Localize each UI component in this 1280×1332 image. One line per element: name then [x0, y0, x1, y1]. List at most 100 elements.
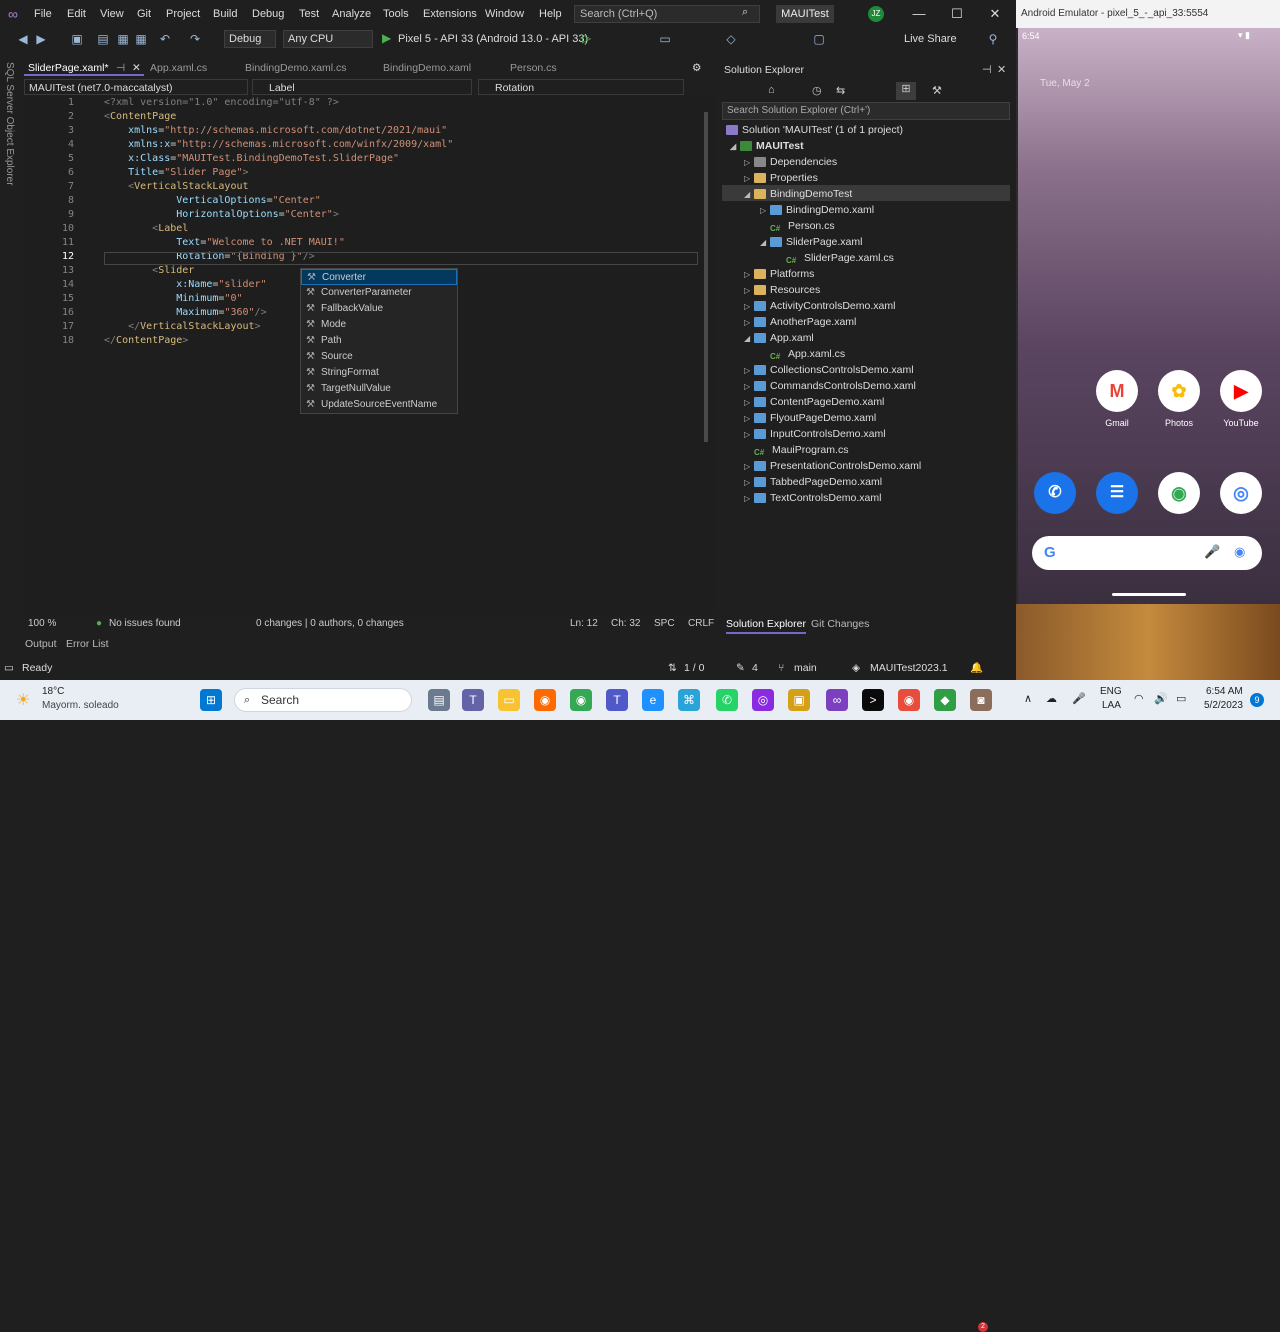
postman-icon[interactable]: ◉: [534, 689, 556, 711]
pin-icon[interactable]: ⊣: [982, 63, 992, 76]
spc-indicator[interactable]: SPC: [654, 616, 675, 632]
weather-icon[interactable]: ☀: [16, 690, 30, 710]
tree-item-sliderpage-xaml-cs[interactable]: C# SliderPage.xaml.cs: [786, 250, 894, 266]
minimize-icon[interactable]: —: [900, 0, 938, 28]
notification-badge[interactable]: 9: [1250, 693, 1264, 707]
menu-view[interactable]: View: [100, 0, 124, 28]
undo-icon[interactable]: ↶: [158, 32, 172, 46]
collapse-icon[interactable]: ▷: [744, 395, 754, 411]
tree-item-textcontrolsdemo[interactable]: ▷ TextControlsDemo.xaml: [744, 490, 881, 506]
photos-icon[interactable]: ✿: [1158, 370, 1200, 412]
region-indicator[interactable]: LAA: [1102, 700, 1121, 711]
menu-tools[interactable]: Tools: [383, 0, 409, 28]
layout-icon[interactable]: ▭: [658, 32, 672, 46]
menu-window[interactable]: Window: [485, 0, 524, 28]
changes-indicator[interactable]: 0 changes | 0 authors, 0 changes: [256, 616, 404, 632]
teams-icon[interactable]: T: [462, 689, 484, 711]
android-studio-icon[interactable]: ◆: [934, 689, 956, 711]
sync-icon[interactable]: ⇆: [836, 84, 845, 97]
scrollbar-thumb[interactable]: [704, 112, 708, 442]
tree-item-platforms[interactable]: ▷ Platforms: [744, 266, 814, 282]
collapse-icon[interactable]: ▷: [744, 171, 754, 187]
visual-studio-icon[interactable]: ∞: [826, 689, 848, 711]
vscode-icon[interactable]: ⌘: [678, 689, 700, 711]
collapse-icon[interactable]: ▷: [744, 315, 754, 331]
start-without-debugging-icon[interactable]: ▷: [582, 31, 591, 45]
intellisense-item[interactable]: ⚒ Path: [301, 333, 457, 349]
chevron-up-icon[interactable]: ∧: [1024, 692, 1032, 705]
run-target-button[interactable]: Pixel 5 - API 33 (Android 13.0 - API 33): [398, 29, 588, 49]
menu-debug[interactable]: Debug: [252, 0, 284, 28]
show-all-files-icon[interactable]: ⊞: [896, 82, 916, 100]
camera-app-icon[interactable]: ◙: [970, 689, 992, 711]
windows-start-icon[interactable]: ⊞: [200, 689, 222, 711]
notification-icon[interactable]: 🔔: [970, 656, 983, 680]
tab-solution-explorer[interactable]: Solution Explorer: [726, 616, 806, 634]
chrome-icon[interactable]: ◉: [570, 689, 592, 711]
history-icon[interactable]: ◷: [812, 84, 822, 97]
tab-git-changes[interactable]: Git Changes: [811, 616, 869, 632]
menu-build[interactable]: Build: [213, 0, 237, 28]
output-window-icon[interactable]: ▭: [4, 656, 14, 680]
mic-icon[interactable]: 🎤: [1072, 692, 1086, 705]
intellisense-item[interactable]: ⚒ Converter: [301, 269, 457, 285]
avatar[interactable]: JZ: [868, 6, 884, 22]
pin-icon[interactable]: ⊣: [116, 60, 125, 76]
save-icon[interactable]: ▦: [116, 32, 130, 46]
tree-item-flyoutpagedemo[interactable]: ▷ FlyoutPageDemo.xaml: [744, 410, 876, 426]
intellisense-item[interactable]: ⚒ ConverterParameter: [301, 285, 457, 301]
tab-app-xaml-cs[interactable]: App.xaml.cs: [150, 60, 207, 76]
home-gesture-bar[interactable]: [1112, 593, 1186, 596]
tab-bindingdemo-xaml-cs[interactable]: BindingDemo.xaml.cs: [245, 60, 347, 76]
search-input[interactable]: Search (Ctrl+Q): [574, 5, 760, 23]
menu-analyze[interactable]: Analyze: [332, 0, 371, 28]
tree-item-inputcontrolsdemo[interactable]: ▷ InputControlsDemo.xaml: [744, 426, 886, 442]
tree-item-activitycontrolsdemo[interactable]: ▷ ActivityControlsDemo.xaml: [744, 298, 895, 314]
solution-search-input[interactable]: Search Solution Explorer (Ctrl+'): [722, 102, 1010, 120]
feedback-icon[interactable]: ⚲: [986, 32, 1000, 46]
file-explorer-icon[interactable]: ▤: [428, 689, 450, 711]
output-tab[interactable]: Output: [25, 636, 57, 652]
whatsapp-icon[interactable]: ✆: [716, 689, 738, 711]
crlf-indicator[interactable]: CRLF: [688, 616, 714, 632]
expand-icon[interactable]: ◢: [744, 331, 754, 347]
clock-date[interactable]: 5/2/2023: [1204, 700, 1243, 711]
menu-help[interactable]: Help: [539, 0, 562, 28]
expand-icon[interactable]: ◢: [744, 187, 754, 203]
youtube-icon[interactable]: ▶: [1220, 370, 1262, 412]
tree-item-bindingdemo-xaml[interactable]: ▷ BindingDemo.xaml: [760, 202, 874, 218]
scope-dropdown[interactable]: MAUITest (net7.0-maccatalyst): [24, 79, 248, 95]
tree-item-mauiprogram[interactable]: C# MauiProgram.cs: [754, 442, 848, 458]
collapse-icon[interactable]: ▷: [744, 459, 754, 475]
edge-icon[interactable]: e: [642, 689, 664, 711]
intellisense-item[interactable]: ⚒ Source: [301, 349, 457, 365]
open-icon[interactable]: ▤: [96, 32, 110, 46]
commits-indicator[interactable]: 1 / 0: [684, 656, 704, 680]
branch-name[interactable]: main: [794, 656, 817, 680]
collapse-icon[interactable]: ▷: [744, 155, 754, 171]
close-icon[interactable]: ✕: [976, 0, 1014, 28]
maximize-icon[interactable]: ☐: [938, 0, 976, 28]
notes-icon[interactable]: ▣: [788, 689, 810, 711]
collapse-icon[interactable]: ▷: [744, 283, 754, 299]
editor-scrollbar[interactable]: [700, 112, 712, 612]
taskbar-search[interactable]: Search: [234, 688, 412, 712]
sql-server-object-explorer-tab[interactable]: SQL Server Object Explorer: [4, 62, 15, 186]
collapse-icon[interactable]: ▷: [744, 379, 754, 395]
camera-icon[interactable]: ◎: [1220, 472, 1262, 514]
collapse-icon[interactable]: ▷: [744, 491, 754, 507]
intellisense-item[interactable]: ⚒ TargetNullValue: [301, 381, 457, 397]
mic-icon[interactable]: 🎤: [1204, 544, 1220, 560]
zoom-level[interactable]: 100 %: [28, 616, 56, 632]
redo-icon[interactable]: ↷: [188, 32, 202, 46]
close-icon[interactable]: ✕: [997, 63, 1006, 76]
github-icon[interactable]: ◎: [752, 689, 774, 711]
tree-item-collectionscontrolsdemo[interactable]: ▷ CollectionsControlsDemo.xaml: [744, 362, 914, 378]
intellisense-item[interactable]: ⚒ UpdateSourceEventName: [301, 397, 457, 413]
tree-item-project[interactable]: ◢ MAUITest: [730, 138, 804, 154]
menu-extensions[interactable]: Extensions: [423, 0, 477, 28]
teams-work-icon[interactable]: T: [606, 689, 628, 711]
collapse-icon[interactable]: ▷: [744, 427, 754, 443]
collapse-icon[interactable]: ▷: [760, 203, 770, 219]
tree-item-app-xaml[interactable]: ◢ App.xaml: [744, 330, 814, 346]
